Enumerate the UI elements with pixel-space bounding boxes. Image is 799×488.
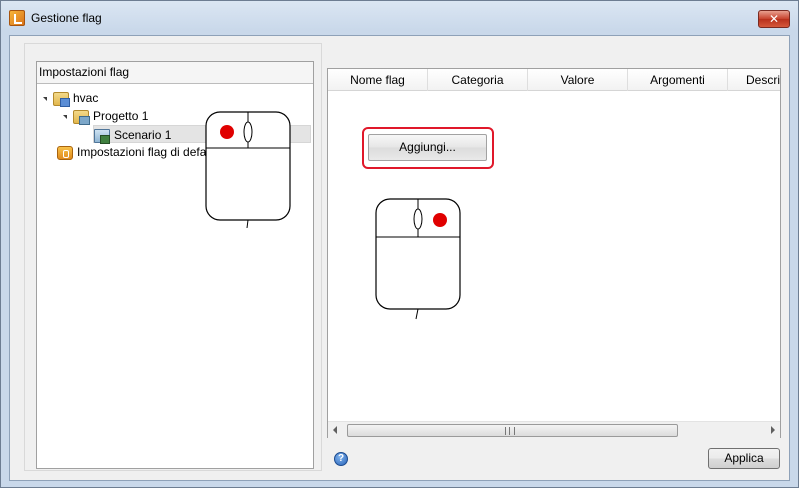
scenario-icon xyxy=(94,128,110,144)
tree-item-default-settings[interactable]: Impostazioni flag di default xyxy=(57,143,219,161)
folder-icon xyxy=(53,91,70,107)
app-icon xyxy=(9,10,25,26)
tree-item-label: hvac xyxy=(73,91,99,105)
scroll-right-icon[interactable] xyxy=(771,426,775,434)
expander-icon[interactable] xyxy=(43,96,47,101)
tree-item-hvac[interactable]: hvac xyxy=(43,89,98,107)
horizontal-scrollbar[interactable] xyxy=(328,421,780,438)
expander-icon[interactable] xyxy=(63,114,67,119)
scrollbar-thumb[interactable] xyxy=(347,424,678,437)
tree-header: Impostazioni flag xyxy=(37,62,313,84)
mouse-right-click-icon xyxy=(375,198,461,320)
title-bar[interactable]: Gestione flag ✕ xyxy=(1,1,798,35)
scrollbar-grip-icon xyxy=(505,427,515,435)
defaults-icon xyxy=(57,145,73,160)
tree-item-progetto[interactable]: Progetto 1 xyxy=(63,107,148,125)
mouse-left-click-icon xyxy=(205,111,291,229)
column-header-descrizione[interactable]: Descrizione xyxy=(728,69,780,91)
window-title: Gestione flag xyxy=(31,11,102,25)
close-button[interactable]: ✕ xyxy=(758,10,790,28)
flag-settings-panel: Impostazioni flag hvac Progetto 1 Scenar… xyxy=(24,43,322,471)
column-header-argomenti[interactable]: Argomenti xyxy=(628,69,728,91)
tree-item-label: Impostazioni flag di default xyxy=(77,145,220,159)
apply-button[interactable]: Applica xyxy=(708,448,780,469)
help-icon[interactable]: ? xyxy=(334,452,348,466)
tree-item-label: Progetto 1 xyxy=(93,109,149,123)
add-flag-button[interactable]: Aggiungi... xyxy=(368,134,487,161)
column-header-valore[interactable]: Valore xyxy=(528,69,628,91)
tree-item-label: Scenario 1 xyxy=(114,128,172,142)
grid-header: Nome flag Categoria Valore Argomenti Des… xyxy=(328,69,780,91)
scroll-left-icon[interactable] xyxy=(333,426,337,434)
column-header-categoria[interactable]: Categoria xyxy=(428,69,528,91)
project-icon xyxy=(73,109,90,125)
column-header-nome-flag[interactable]: Nome flag xyxy=(328,69,428,91)
